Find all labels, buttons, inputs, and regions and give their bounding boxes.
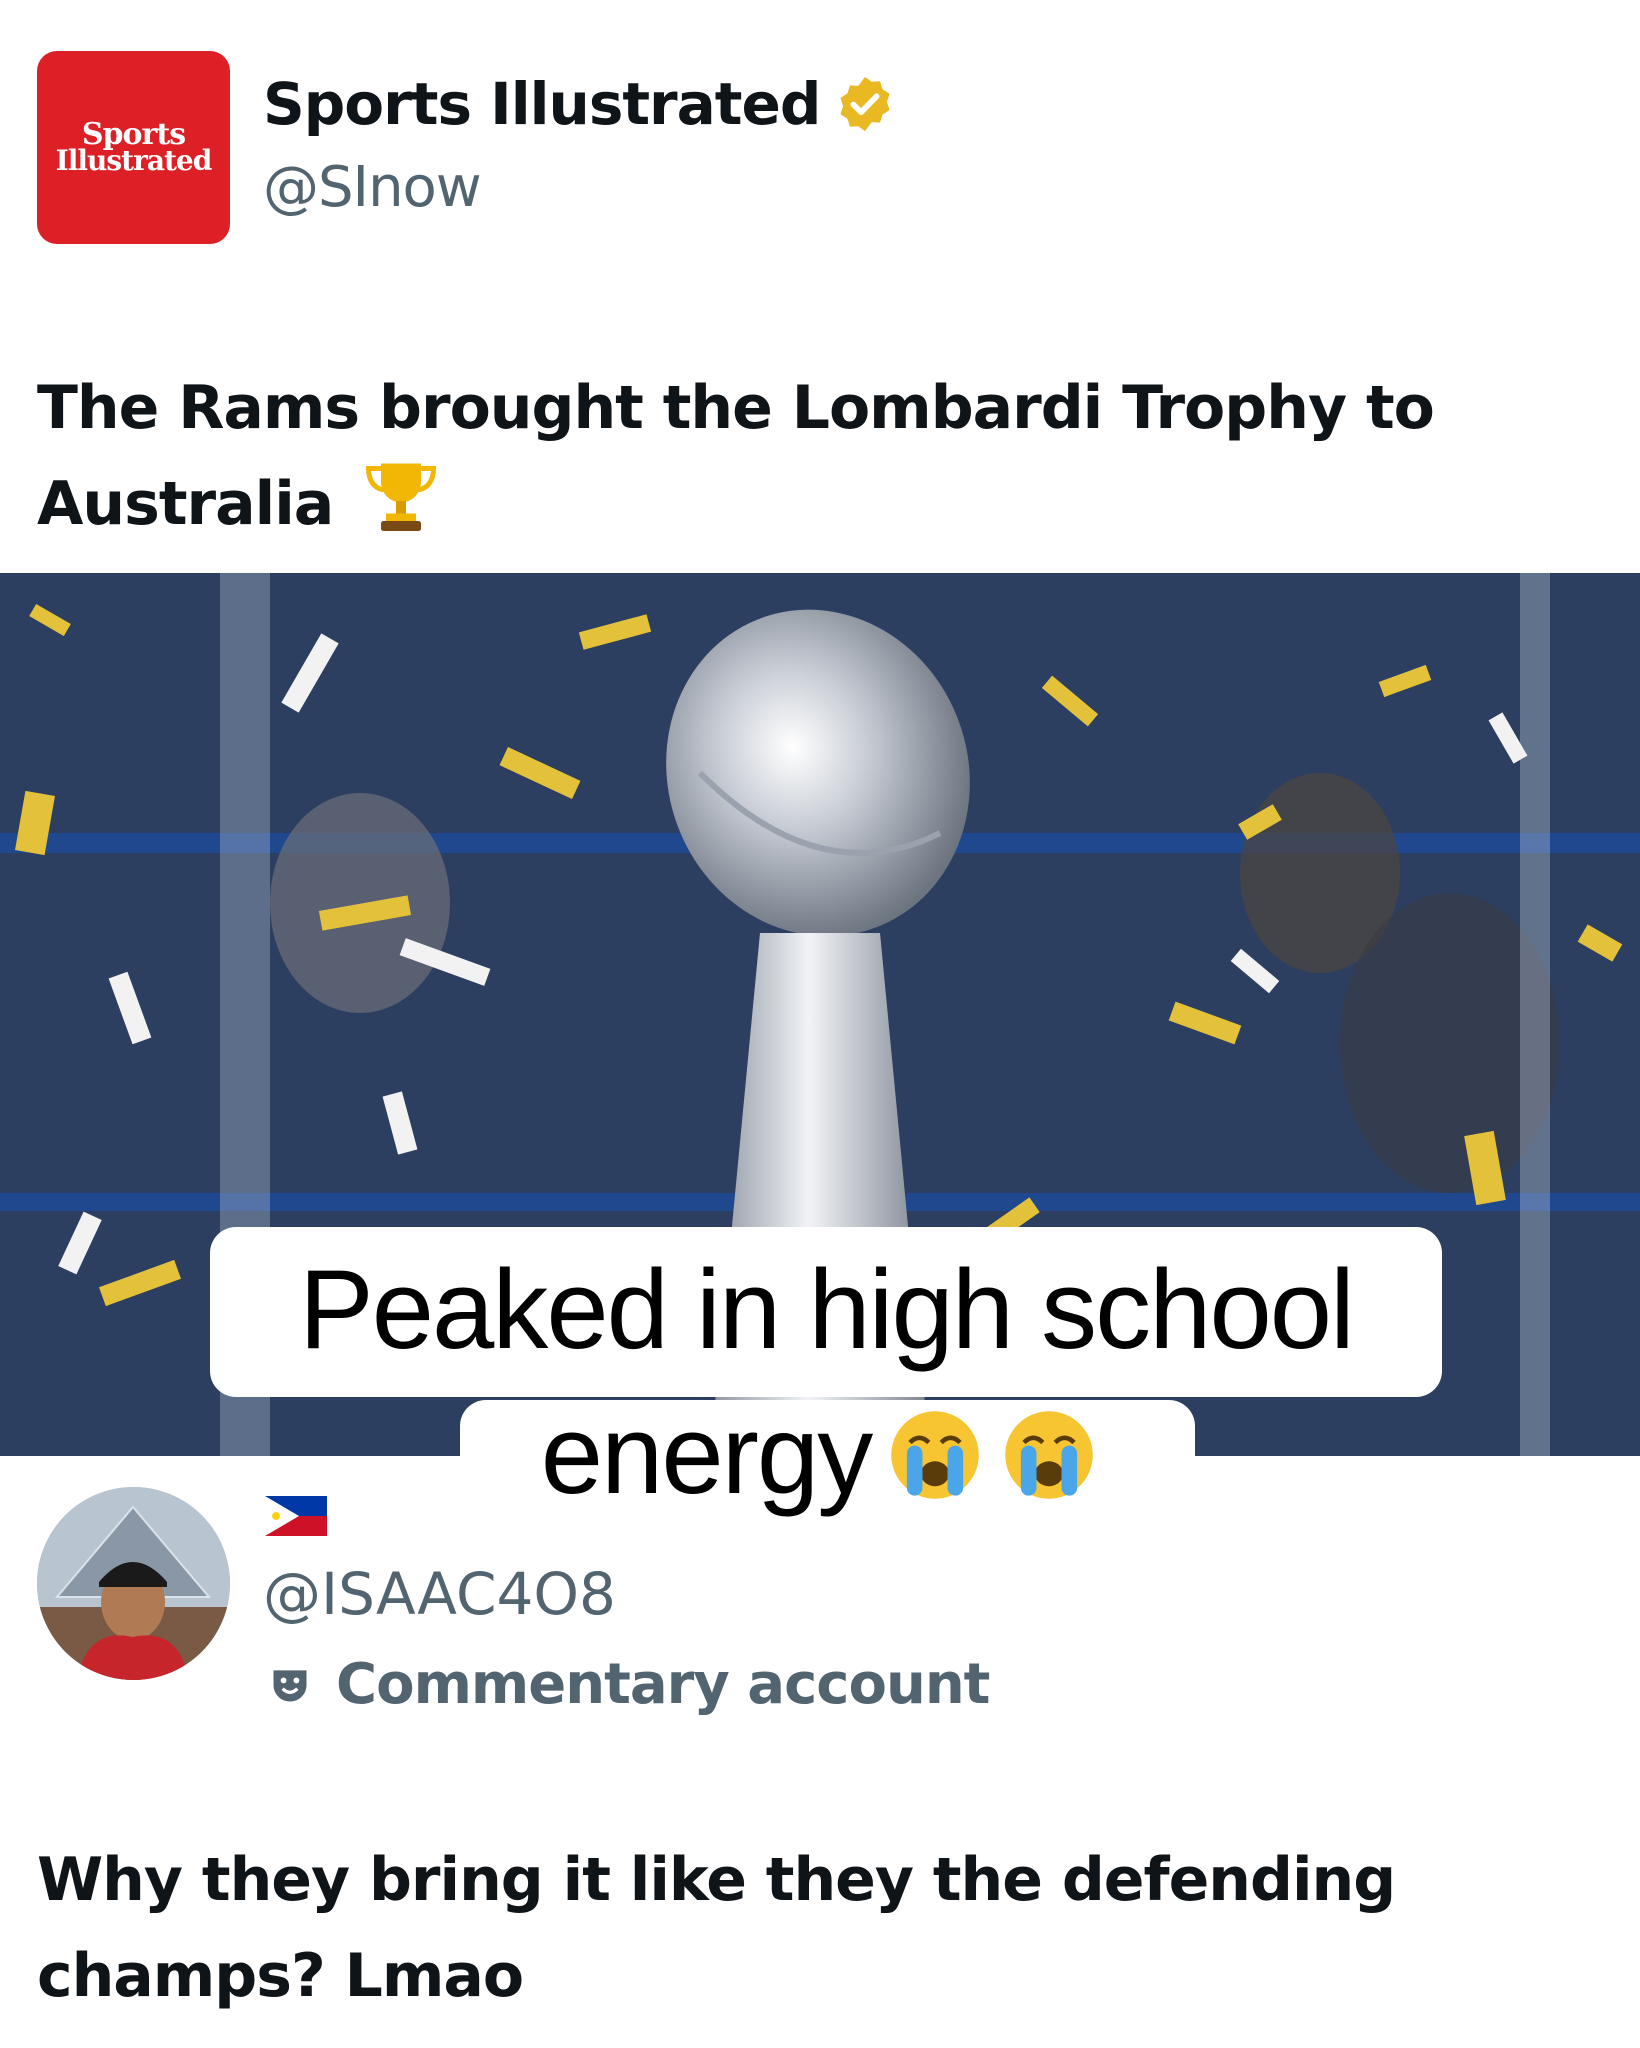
meme-caption-line1: Peaked in high school	[299, 1247, 1355, 1372]
theater-mask-icon	[273, 1669, 307, 1701]
sports-illustrated-logo[interactable]: Sports Illustrated	[37, 51, 230, 244]
reply-post-text: Why they bring it like they the defendin…	[37, 1845, 1396, 2011]
loudly-crying-face-icon	[1005, 1410, 1093, 1499]
philippines-flag-icon	[265, 1496, 327, 1536]
meme-caption-line2: energy	[0, 1390, 1640, 1519]
verified-badge-icon	[840, 76, 890, 132]
commentary-account-label: Commentary account	[268, 1652, 990, 1717]
post-text: The Rams brought the Lombardi Trophy to …	[37, 373, 1435, 539]
loudly-crying-face-icon	[891, 1410, 979, 1499]
trophy-icon	[366, 463, 437, 531]
avatar[interactable]	[37, 1487, 230, 1680]
author-handle[interactable]: @SInow	[263, 155, 482, 220]
avatar-photo	[37, 1487, 230, 1680]
author-display-name[interactable]: Sports Illustrated	[263, 70, 896, 138]
reply-author-handle[interactable]: @ISAAC4O8	[263, 1560, 616, 1628]
